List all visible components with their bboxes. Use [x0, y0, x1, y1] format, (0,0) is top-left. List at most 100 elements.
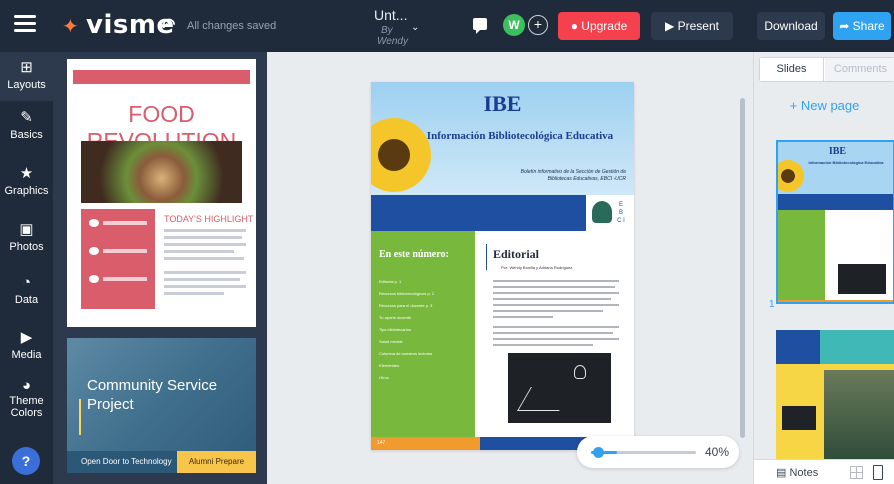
template-title: Community Service Project: [87, 377, 218, 413]
tab-slides[interactable]: Slides: [760, 58, 824, 81]
editorial-title[interactable]: Editorial: [493, 247, 539, 262]
slide-number: 1: [769, 299, 775, 310]
text-line: [164, 229, 246, 232]
editor-canvas[interactable]: IBE Información Bibliotecológica Educati…: [267, 52, 753, 484]
document-title[interactable]: Unt...: [374, 7, 407, 23]
text-line: [493, 292, 619, 294]
badge-letters: E B C I: [617, 202, 625, 224]
nav-graphics[interactable]: ★ Graphics: [0, 164, 53, 197]
bullet-icon: [89, 219, 99, 227]
list-view-icon[interactable]: [873, 465, 883, 480]
help-button[interactable]: ?: [12, 447, 40, 475]
contents-item: Recursos para el docente p. 3: [379, 303, 433, 308]
thumb-footer: [778, 300, 893, 302]
text-line: [493, 344, 593, 346]
nav-layouts[interactable]: ⊞ Layouts: [0, 52, 53, 101]
text-line: [493, 286, 615, 288]
slide-thumbnail-1[interactable]: IBE Información Bibliotecológica Educati…: [776, 140, 894, 304]
menu-icon[interactable]: [14, 15, 36, 33]
thumb-band: [778, 194, 893, 210]
contents-item: Columna de nuestros lectores: [379, 351, 433, 356]
document-by: By: [381, 25, 393, 36]
bullet-icon: [89, 275, 99, 283]
nav-label: Data: [14, 294, 39, 306]
template-highlight: TODAY'S HIGHLIGHT: [164, 214, 254, 224]
text-line: [493, 298, 611, 300]
slide-logo[interactable]: IBE: [371, 91, 634, 117]
slides-footer: ▤ Notes: [754, 459, 894, 484]
rocket-icon: ●: [570, 19, 582, 33]
ebci-badge: E B C I: [586, 195, 634, 231]
layouts-icon: ⊞: [20, 59, 33, 76]
basics-icon: ✎: [20, 109, 33, 126]
text-line: [493, 326, 619, 328]
nav-media[interactable]: ▶ Media: [0, 328, 53, 361]
text-line: [164, 250, 234, 253]
slide-page[interactable]: IBE Información Bibliotecológica Educati…: [371, 82, 634, 450]
text-line: [103, 277, 147, 281]
zoom-slider-handle[interactable]: [593, 447, 604, 458]
contents-item: Efemérides: [379, 363, 400, 368]
template-panel: FOOD REVOLUTION TODAY'S HIGHLIGHT Commun…: [53, 52, 267, 484]
nav-label: Media: [11, 349, 42, 361]
thumb-chalkboard: [838, 264, 886, 294]
left-toolbar: ⊞ Layouts ✎ Basics ★ Graphics ▣ Photos ◔ Data…: [0, 52, 53, 484]
slide-boletin[interactable]: Boletín informativo de la Sección de Ges…: [501, 169, 626, 183]
add-collaborator-button[interactable]: +: [528, 15, 548, 35]
nav-label: Photos: [9, 241, 44, 253]
graphics-icon: ★: [19, 165, 34, 182]
notes-button[interactable]: ▤ Notes: [776, 466, 818, 479]
chalkboard-image[interactable]: [508, 353, 611, 423]
zoom-control[interactable]: 40%: [577, 436, 739, 468]
thumb-subtitle: Información Bibliotecológica Educativa: [808, 160, 884, 165]
nav-theme-colors[interactable]: ◕ Theme Colors: [0, 377, 53, 419]
download-button[interactable]: Download: [757, 12, 825, 40]
zoom-level: 40%: [705, 445, 730, 459]
new-page-button[interactable]: + New page: [754, 98, 894, 113]
share-button[interactable]: ➦ Share: [833, 12, 891, 40]
lightbulb-icon: [574, 365, 586, 379]
visme-logo-icon: ✦: [62, 16, 79, 38]
contents-title: En este número:: [379, 249, 449, 260]
salad-image: [81, 141, 242, 203]
text-line: [164, 278, 240, 281]
nav-data[interactable]: ◔ Data: [0, 274, 53, 306]
contents-item: Editorial p. 1: [379, 279, 402, 284]
accent-bar: [79, 399, 81, 435]
thumb-logo: IBE: [828, 146, 847, 157]
template-food-revolution[interactable]: FOOD REVOLUTION TODAY'S HIGHLIGHT: [67, 59, 256, 327]
nav-photos[interactable]: ▣ Photos: [0, 220, 53, 253]
present-button[interactable]: ▶ Present: [651, 12, 733, 40]
share-icon: ➦: [839, 19, 853, 33]
palette-icon: ◕: [21, 377, 32, 394]
nav-label: Graphics: [4, 185, 49, 197]
text-line: [493, 280, 619, 282]
footer-left: Open Door to Technology: [81, 457, 172, 466]
chevron-down-icon[interactable]: ⌄: [411, 22, 419, 33]
undo-icon[interactable]: ↶: [159, 13, 176, 38]
template-community-service[interactable]: Community Service Project Open Door to T…: [67, 338, 256, 473]
notes-icon: ▤: [776, 467, 790, 479]
text-line: [493, 338, 619, 340]
tab-comments[interactable]: Comments: [825, 58, 894, 81]
text-line: [493, 316, 553, 318]
photos-icon: ▣: [19, 221, 34, 238]
slide-subtitle[interactable]: Información Bibliotecológica Educativa: [415, 130, 625, 142]
upgrade-label: Upgrade: [581, 19, 628, 33]
top-bar: ✦ visme ↶ All changes saved Unt... ⌄ By …: [0, 0, 894, 52]
data-icon: ◔: [21, 274, 32, 291]
upgrade-button[interactable]: ● Upgrade: [558, 12, 640, 40]
avatar[interactable]: W: [503, 14, 525, 36]
slide-thumbnail-2[interactable]: [776, 330, 894, 460]
contents-item: Otros: [379, 375, 389, 380]
grid-view-icon[interactable]: [850, 466, 863, 479]
contents-sidebar[interactable]: En este número: Editorial p. 1 Recursos …: [371, 231, 475, 437]
text-line: [103, 221, 147, 225]
comment-icon[interactable]: [473, 18, 487, 34]
text-line: [493, 332, 613, 334]
nav-basics[interactable]: ✎ Basics: [0, 108, 53, 141]
canvas-scrollbar[interactable]: [740, 98, 745, 438]
slide-page-number: 147: [377, 440, 386, 446]
slides-tabs: Slides Comments: [759, 57, 894, 82]
notes-label: Notes: [789, 467, 819, 479]
